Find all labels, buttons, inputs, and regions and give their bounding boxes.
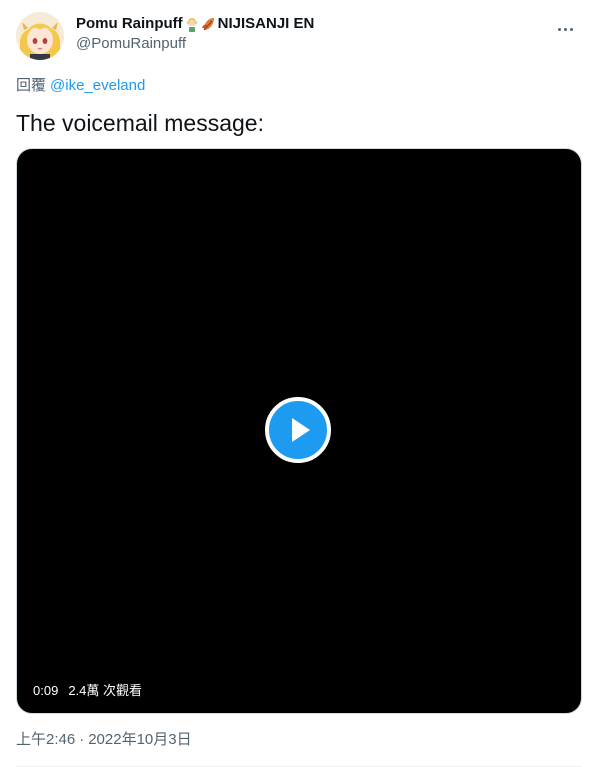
- author-names: Pomu Rainpuff NIJISANJI EN @PomuRainpuff: [76, 14, 314, 54]
- play-icon: [292, 418, 310, 442]
- display-name-text: Pomu Rainpuff: [76, 15, 183, 32]
- display-name[interactable]: Pomu Rainpuff NIJISANJI EN: [76, 14, 314, 34]
- tweet-header: Pomu Rainpuff NIJISANJI EN @PomuRainpuff: [16, 12, 582, 60]
- tweet: Pomu Rainpuff NIJISANJI EN @PomuRainpuff…: [0, 0, 598, 767]
- video-duration: 0:09: [33, 683, 59, 698]
- author-handle[interactable]: @PomuRainpuff: [76, 34, 314, 54]
- video-view-count: 2.4萬 次觀看: [68, 683, 142, 698]
- reply-mention-link[interactable]: @ike_eveland: [50, 77, 145, 94]
- leaf-emoji-icon: [201, 16, 217, 32]
- video-player[interactable]: 0:09 2.4萬 次觀看: [16, 148, 582, 714]
- more-options-button[interactable]: [548, 12, 582, 46]
- timestamp-date: 2022年10月3日: [88, 731, 192, 748]
- tweet-text: The voicemail message:: [16, 110, 264, 136]
- timestamp-time: 上午2:46: [16, 731, 76, 748]
- video-meta: 0:09 2.4萬 次觀看: [33, 683, 142, 699]
- avatar-image: [16, 12, 64, 60]
- play-button[interactable]: [265, 397, 331, 463]
- avatar[interactable]: [16, 12, 64, 60]
- reply-label: 回覆: [16, 77, 47, 94]
- fairy-emoji-icon: [184, 16, 200, 32]
- more-icon-dot: [563, 27, 567, 31]
- more-icon-dot: [557, 27, 561, 31]
- timestamp-separator: ·: [79, 731, 85, 748]
- reply-context: 回覆 @ike_eveland: [16, 76, 145, 96]
- tweet-timestamp[interactable]: 上午2:46 · 2022年10月3日: [16, 730, 192, 750]
- more-icon-dot: [569, 27, 573, 31]
- display-name-suffix: NIJISANJI EN: [217, 15, 315, 32]
